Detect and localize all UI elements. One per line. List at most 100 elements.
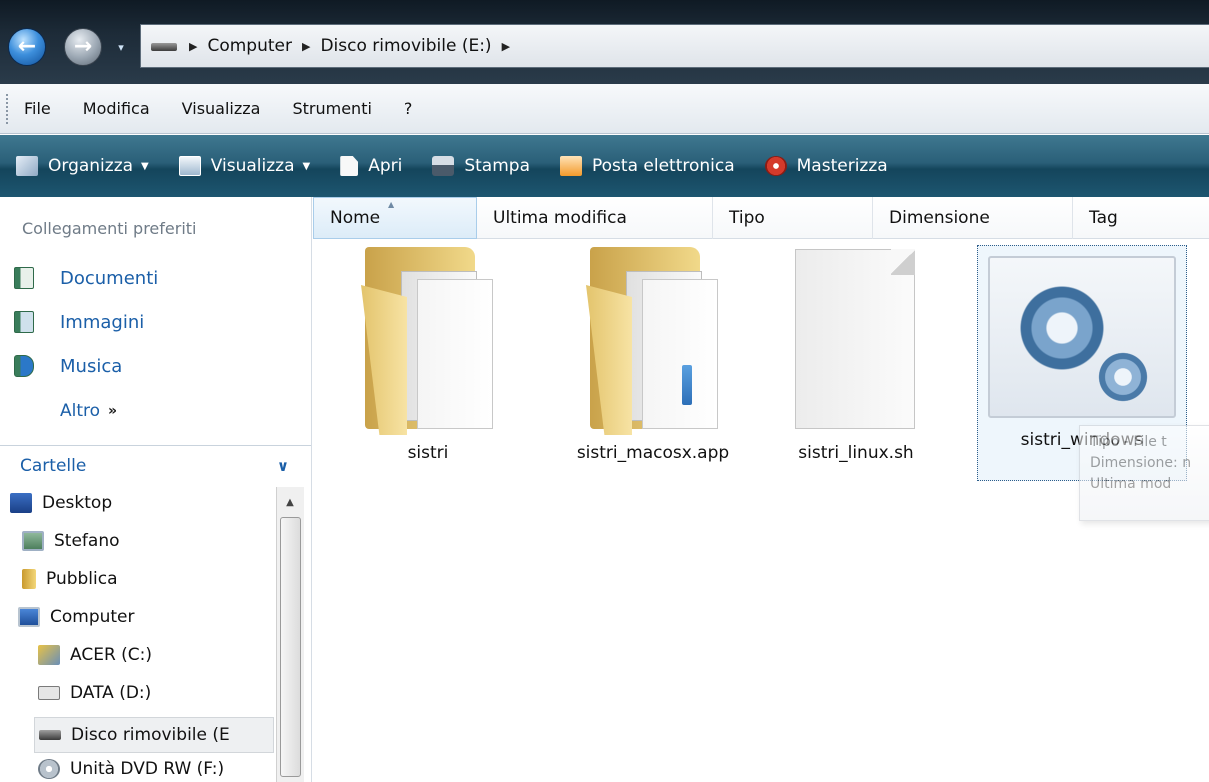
folder-icon <box>361 245 495 435</box>
open-button[interactable]: Apri <box>340 156 402 176</box>
tree-item-label: Disco rimovibile (E <box>71 725 230 745</box>
tooltip-line: Dimensione: n <box>1090 455 1192 471</box>
computer-icon <box>18 607 40 627</box>
file-name: sistri <box>407 443 449 463</box>
tree-item-label: Stefano <box>54 531 120 551</box>
file-name: sistri_macosx.app <box>576 443 730 463</box>
music-icon <box>14 355 34 377</box>
column-header-modified[interactable]: Ultima modifica <box>477 197 713 239</box>
hard-drive-icon <box>38 686 60 700</box>
favorites-more-link[interactable]: Altro » <box>60 401 117 421</box>
tree-item-desktop[interactable]: Desktop <box>10 493 112 513</box>
favorites-heading: Collegamenti preferiti <box>22 219 197 238</box>
menu-bar: File Modifica Visualizza Strumenti ? <box>0 84 1209 134</box>
tree-item-label: ACER (C:) <box>70 645 153 665</box>
double-chevron-right-icon: » <box>108 403 118 419</box>
breadcrumb-separator-icon[interactable]: ▶ <box>502 40 510 53</box>
organize-label: Organizza <box>48 156 134 176</box>
tree-item-drive-e-selected[interactable]: Disco rimovibile (E <box>34 717 274 753</box>
chevron-down-icon: ▼ <box>302 160 311 172</box>
breadcrumb-separator-icon[interactable]: ▶ <box>189 40 197 53</box>
views-label: Visualizza <box>210 156 295 176</box>
user-folder-icon <box>22 531 44 551</box>
menu-help[interactable]: ? <box>404 99 413 118</box>
forward-button[interactable]: → <box>64 28 102 66</box>
printer-icon <box>432 156 455 176</box>
breadcrumb-removable-disk[interactable]: Disco rimovibile (E:) <box>320 36 491 56</box>
file-name: sistri_linux.sh <box>798 443 914 463</box>
favorite-link-pictures[interactable]: Immagini <box>14 311 144 333</box>
dvd-drive-icon <box>38 759 60 779</box>
tree-item-label: Pubblica <box>46 569 118 589</box>
column-header-size[interactable]: Dimensione <box>873 197 1073 239</box>
file-item-sistri[interactable]: sistri <box>353 245 503 463</box>
command-bar: Organizza ▼ Visualizza ▼ Apri Stampa Pos… <box>0 135 1209 197</box>
tree-item-drive-c[interactable]: ACER (C:) <box>38 645 152 665</box>
file-item-sistri-linux[interactable]: sistri_linux.sh <box>781 245 931 463</box>
column-label: Ultima modifica <box>493 208 627 228</box>
tree-item-label: Desktop <box>42 493 113 513</box>
column-headers: ▲ Nome Ultima modifica Tipo Dimensione T… <box>313 197 1209 239</box>
favorite-label: Documenti <box>60 267 159 289</box>
favorite-link-documents[interactable]: Documenti <box>14 267 158 289</box>
tooltip-line: Ultima mod <box>1090 476 1172 492</box>
open-label: Apri <box>368 156 403 176</box>
sort-ascending-icon: ▲ <box>388 200 395 209</box>
tree-scrollbar[interactable]: ▲ <box>276 487 304 782</box>
tree-item-label: Computer <box>50 607 135 627</box>
removable-drive-icon <box>151 39 179 53</box>
organize-button[interactable]: Organizza ▼ <box>16 156 149 176</box>
scroll-up-icon[interactable]: ▲ <box>279 491 301 513</box>
tree-item-drive-f[interactable]: Unità DVD RW (F:) <box>38 759 224 779</box>
tree-item-computer[interactable]: Computer <box>18 607 135 627</box>
folder-tree: Desktop Stefano Pubblica Computer ACER (… <box>0 487 280 782</box>
menu-strumenti[interactable]: Strumenti <box>292 99 371 118</box>
tooltip-line: Tipo - File t <box>1090 434 1167 450</box>
open-icon <box>340 156 359 176</box>
menu-grip <box>6 94 10 124</box>
breadcrumb-separator-icon[interactable]: ▶ <box>302 40 310 53</box>
print-label: Stampa <box>464 156 530 176</box>
column-label: Tipo <box>729 208 765 228</box>
file-icon <box>789 245 923 435</box>
back-button[interactable]: ← <box>8 28 46 66</box>
print-button[interactable]: Stampa <box>432 156 530 176</box>
system-drive-icon <box>38 645 60 665</box>
address-field[interactable]: ▶ Computer ▶ Disco rimovibile (E:) ▶ <box>140 24 1209 68</box>
scrollbar-thumb[interactable] <box>280 517 301 777</box>
tree-item-drive-d[interactable]: DATA (D:) <box>38 683 151 703</box>
file-tooltip: Tipo - File t Dimensione: n Ultima mod <box>1079 425 1209 521</box>
tree-item-pubblica[interactable]: Pubblica <box>22 569 118 589</box>
burn-button[interactable]: Masterizza <box>764 156 888 176</box>
documents-icon <box>14 267 34 289</box>
chevron-down-icon[interactable]: ∨ <box>277 457 289 475</box>
column-header-tag[interactable]: Tag <box>1073 197 1209 239</box>
menu-visualizza[interactable]: Visualizza <box>182 99 261 118</box>
pictures-icon <box>14 311 34 333</box>
address-bar: ← → ▾ ▶ Computer ▶ Disco rimovibile (E:)… <box>0 0 1209 84</box>
breadcrumb-computer[interactable]: Computer <box>207 36 292 56</box>
back-arrow-icon: ← <box>17 34 37 59</box>
menu-file[interactable]: File <box>24 99 51 118</box>
column-header-type[interactable]: Tipo <box>713 197 873 239</box>
menu-modifica[interactable]: Modifica <box>83 99 150 118</box>
column-header-name[interactable]: ▲ Nome <box>313 197 477 239</box>
email-label: Posta elettronica <box>592 156 735 176</box>
column-label: Dimensione <box>889 208 990 228</box>
desktop-icon <box>10 493 32 513</box>
chevron-down-icon: ▼ <box>141 160 149 172</box>
tree-item-stefano[interactable]: Stefano <box>22 531 120 551</box>
favorite-link-music[interactable]: Musica <box>14 355 122 377</box>
history-dropdown-icon[interactable]: ▾ <box>114 38 128 56</box>
email-button[interactable]: Posta elettronica <box>560 156 735 176</box>
folders-header[interactable]: Cartelle ∨ <box>0 445 311 485</box>
column-label: Tag <box>1089 208 1118 228</box>
file-item-sistri-macosx[interactable]: sistri_macosx.app <box>553 245 753 463</box>
navigation-pane: Collegamenti preferiti Documenti Immagin… <box>0 197 312 782</box>
views-button[interactable]: Visualizza ▼ <box>178 156 311 176</box>
tree-item-label: Unità DVD RW (F:) <box>70 759 225 779</box>
email-icon <box>560 156 582 176</box>
forward-arrow-icon: → <box>73 34 93 59</box>
favorites-more-label: Altro <box>60 401 101 421</box>
folders-heading: Cartelle <box>20 455 87 476</box>
